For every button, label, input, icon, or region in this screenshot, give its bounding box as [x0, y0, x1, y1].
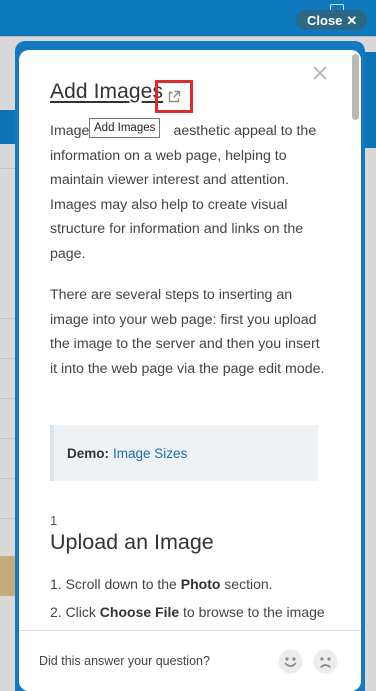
- x-icon: ✕: [346, 12, 358, 28]
- help-panel: Add Images Add Images Image aesthetic app…: [15, 41, 365, 691]
- intro-text-start: Image: [50, 123, 90, 139]
- happy-face-icon[interactable]: [278, 649, 303, 674]
- external-link-button[interactable]: [155, 80, 193, 113]
- step-heading: Upload an Image: [50, 530, 214, 554]
- close-icon[interactable]: [311, 64, 329, 82]
- scrollbar[interactable]: [348, 50, 361, 630]
- list-item: 2. Click Choose File to browse to the im…: [50, 604, 325, 620]
- demo-callout: Demo: Image Sizes: [50, 425, 318, 481]
- tooltip: Add Images: [89, 118, 161, 138]
- external-link-icon: [168, 90, 181, 102]
- background-divider: [0, 36, 376, 37]
- step-number: 1: [50, 513, 58, 528]
- intro-paragraph: Image aesthetic appeal to the information…: [50, 119, 330, 266]
- close-help-label: Close: [307, 12, 343, 28]
- list-item: 1. Scroll down to the Photo section.: [50, 576, 273, 592]
- steps-paragraph: There are several steps to inserting an …: [50, 287, 325, 377]
- step-list: 1. Scroll down to the Photo section. 2. …: [50, 570, 350, 626]
- demo-label: Demo:: [67, 445, 110, 461]
- close-help-button[interactable]: Close ✕: [296, 10, 368, 30]
- article-title-link[interactable]: Add Images: [50, 80, 163, 104]
- feedback-question: Did this answer your question?: [39, 654, 210, 668]
- article-scroll-area[interactable]: Add Images Add Images Image aesthetic app…: [19, 50, 361, 630]
- intro-text-rest: aesthetic appeal to the information on a…: [50, 123, 317, 262]
- sad-face-icon[interactable]: [313, 649, 338, 674]
- feedback-bar: Did this answer your question?: [19, 630, 361, 691]
- help-article-card: Add Images Add Images Image aesthetic app…: [19, 50, 361, 691]
- demo-link[interactable]: Image Sizes: [113, 446, 187, 461]
- scrollbar-thumb[interactable]: [352, 54, 359, 120]
